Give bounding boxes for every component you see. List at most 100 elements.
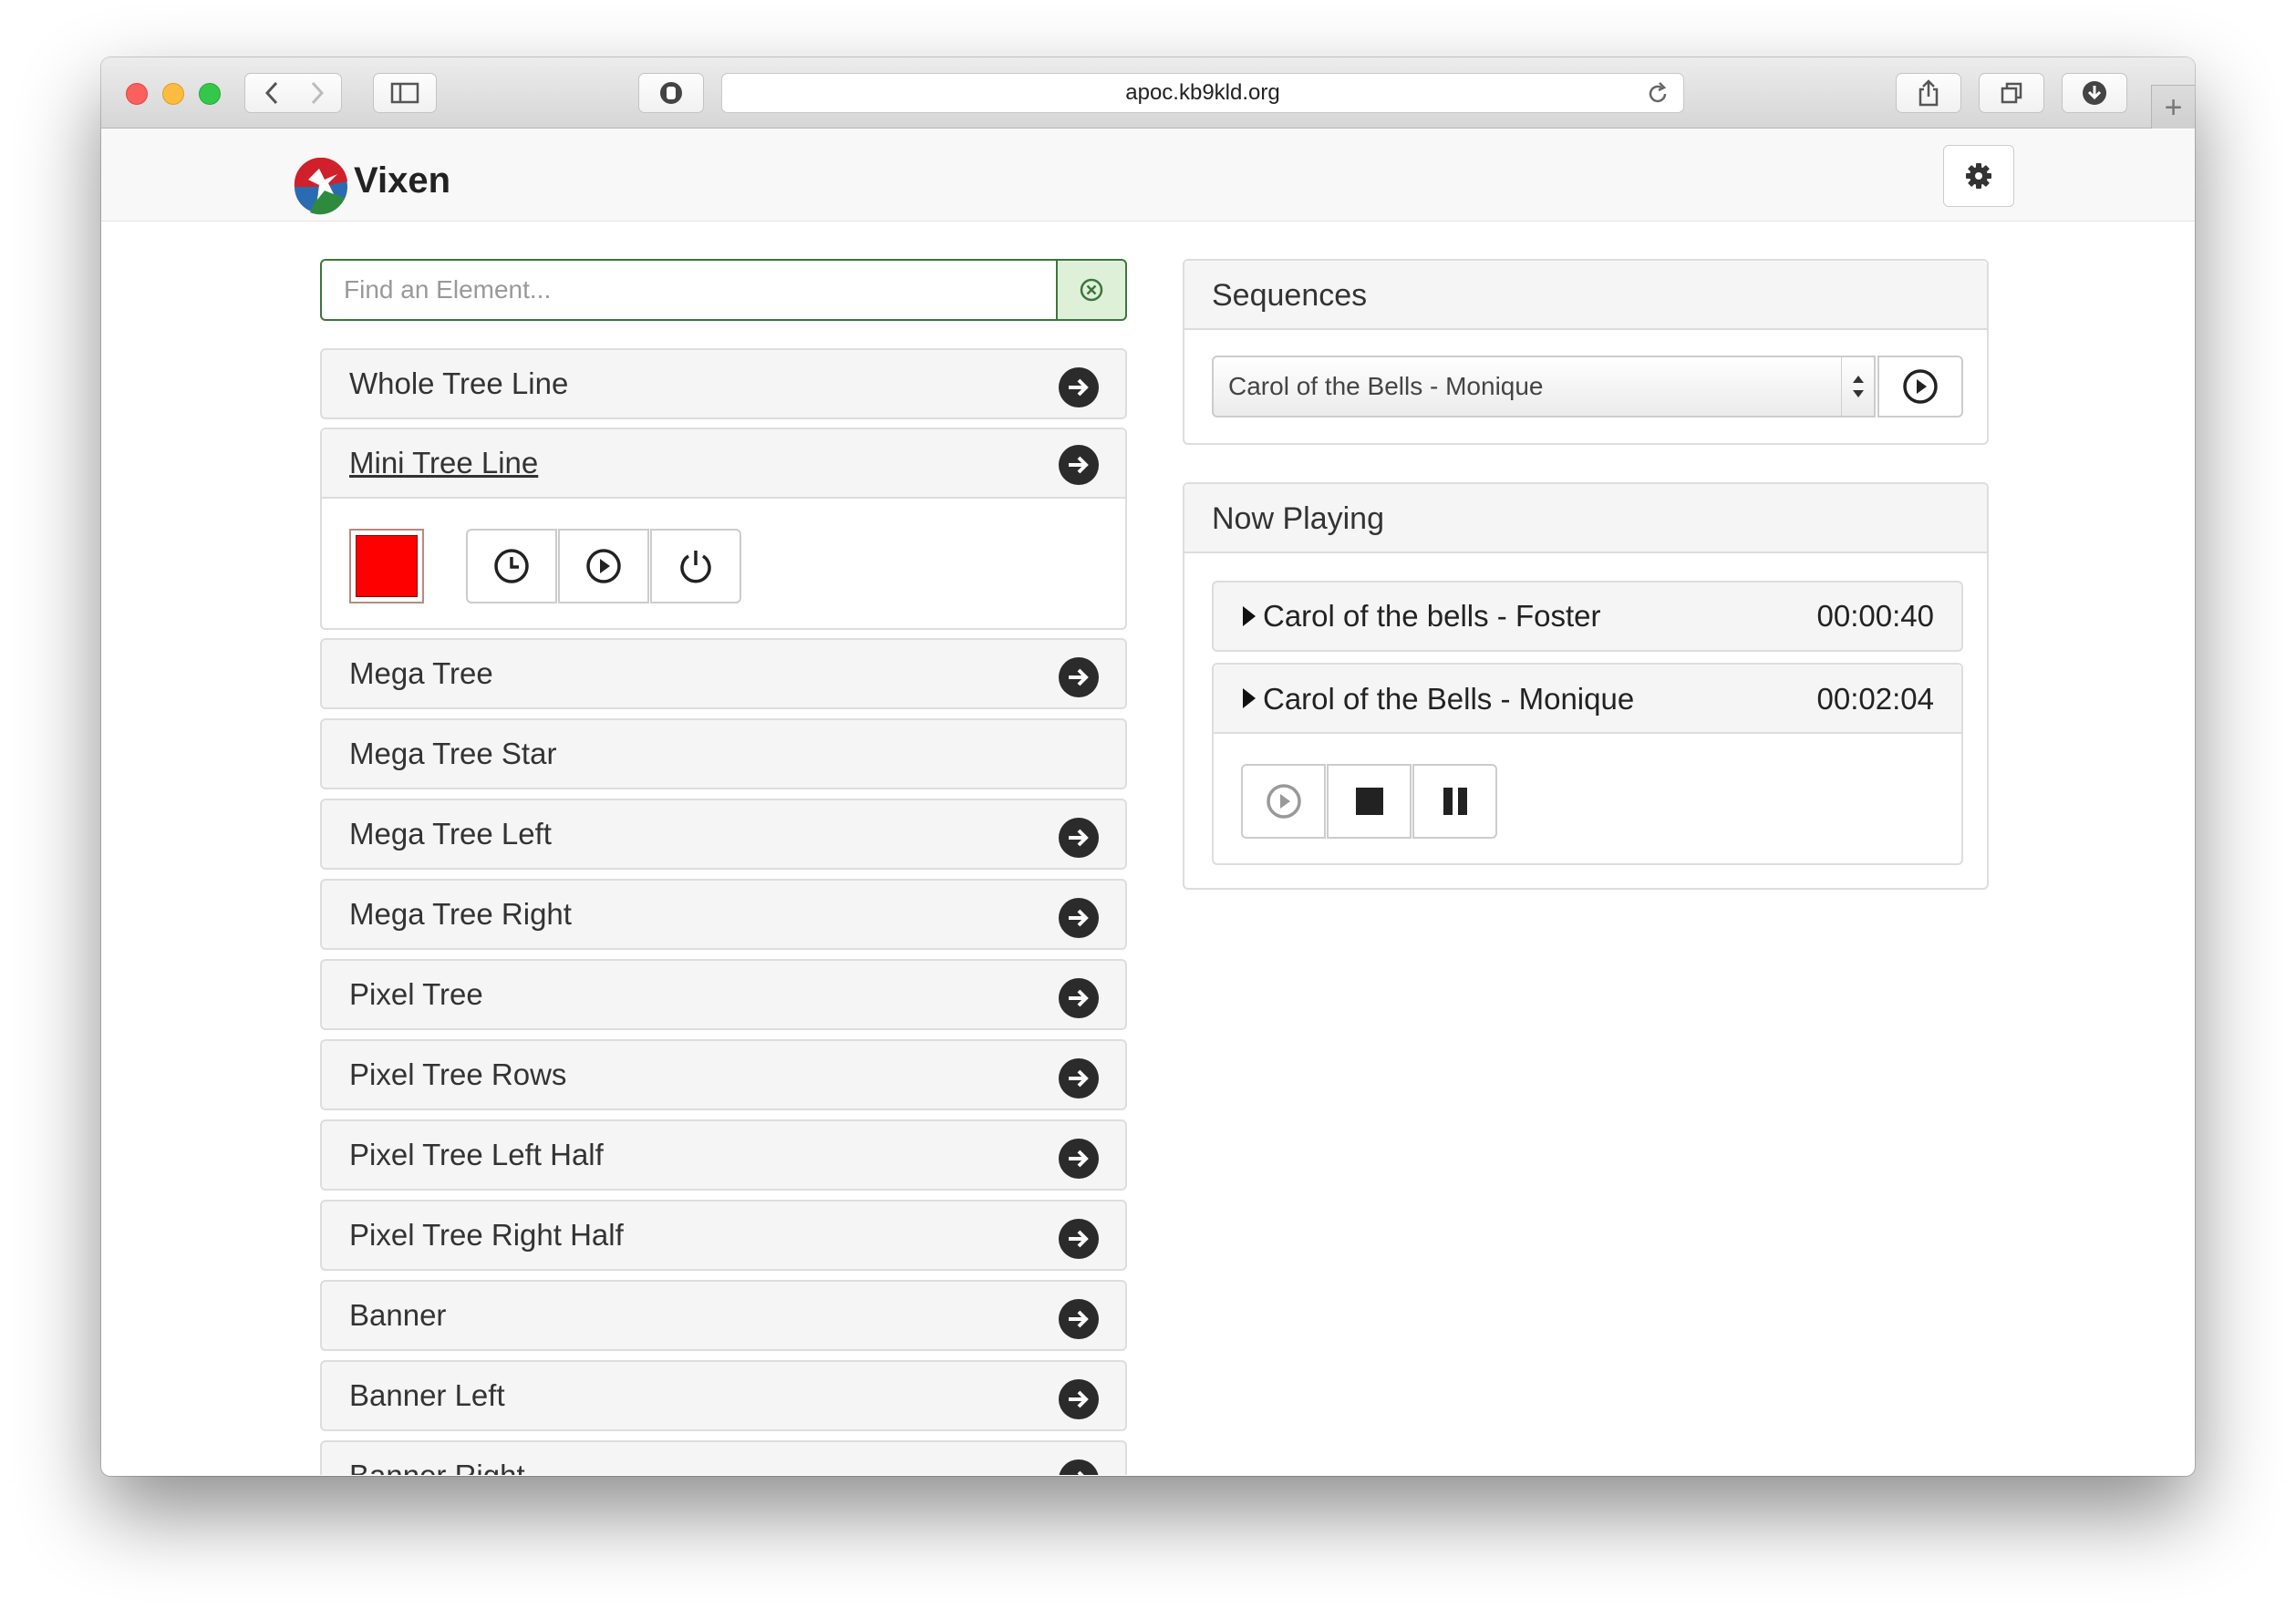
arrow-circle-right-icon[interactable] — [1058, 444, 1100, 486]
arrow-circle-right-icon[interactable] — [1058, 656, 1100, 698]
play-circle-icon — [1903, 369, 1938, 404]
element-search-group — [320, 259, 1127, 321]
download-icon — [2083, 81, 2106, 105]
element-label: Mega Tree Star — [349, 737, 557, 770]
downloads-button[interactable] — [2062, 73, 2127, 113]
tabs-icon — [2001, 82, 2022, 104]
element-label[interactable]: Mini Tree Line — [349, 429, 538, 497]
now-playing-item-time: 00:00:40 — [1816, 599, 1934, 633]
tabs-overview-button[interactable] — [1979, 73, 2044, 113]
caret-right-icon — [1243, 606, 1256, 626]
element-item[interactable]: Mega Tree Left — [320, 799, 1127, 870]
arrow-circle-right-icon[interactable] — [1058, 1138, 1100, 1180]
element-label: Pixel Tree — [349, 977, 483, 1011]
share-icon — [1919, 79, 1939, 107]
gear-icon — [1966, 163, 1991, 189]
arrow-circle-right-icon[interactable] — [1058, 897, 1100, 939]
new-tab-button[interactable]: + — [2151, 85, 2195, 129]
timer-icon — [494, 549, 529, 583]
reload-icon[interactable] — [1645, 81, 1670, 107]
now-playing-item-title: Carol of the bells - Foster — [1263, 599, 1601, 633]
now-playing-item-time: 00:02:04 — [1816, 682, 1934, 716]
chevron-right-icon — [311, 81, 324, 105]
arrow-circle-right-icon[interactable] — [1058, 817, 1100, 859]
resume-button[interactable] — [1241, 764, 1326, 839]
color-swatch-red — [356, 535, 418, 597]
element-item[interactable]: Pixel Tree — [320, 959, 1127, 1030]
privacy-button[interactable] — [638, 73, 704, 113]
sequence-select[interactable]: Carol of the Bells - Monique — [1212, 356, 1876, 418]
element-item-header[interactable]: Mini Tree Line — [322, 429, 1125, 499]
now-playing-panel: Now Playing Carol of the bells - Foster … — [1183, 482, 1989, 890]
minimize-window-button[interactable] — [162, 83, 184, 105]
chevron-left-icon — [264, 81, 278, 105]
play-button[interactable] — [558, 529, 649, 603]
browser-toolbar: apoc.kb9kld.org + — [101, 57, 2195, 129]
element-control-group — [466, 529, 742, 603]
hand-icon — [660, 82, 682, 104]
clear-circle-icon — [1080, 278, 1103, 302]
element-list-clip: Banner Right — [320, 1440, 1127, 1475]
element-label: Mega Tree Right — [349, 897, 572, 931]
share-button[interactable] — [1896, 73, 1961, 113]
element-label: Mega Tree — [349, 656, 493, 690]
element-item[interactable]: Pixel Tree Right Half — [320, 1200, 1127, 1271]
sequences-panel: Sequences Carol of the Bells - Monique — [1183, 259, 1989, 445]
player-control-group — [1241, 764, 1498, 839]
element-item[interactable]: Pixel Tree Rows — [320, 1039, 1127, 1110]
element-label: Pixel Tree Left Half — [349, 1138, 604, 1171]
element-label: Banner Left — [349, 1378, 505, 1412]
element-item[interactable]: Mega Tree — [320, 638, 1127, 709]
arrow-circle-right-icon[interactable] — [1058, 1218, 1100, 1260]
close-window-button[interactable] — [126, 83, 148, 105]
settings-button[interactable] — [1943, 145, 2014, 207]
element-item[interactable]: Pixel Tree Left Half — [320, 1119, 1127, 1191]
new-tab-label: + — [2164, 89, 2183, 125]
play-sequence-button[interactable] — [1877, 356, 1963, 418]
element-label: Pixel Tree Rows — [349, 1057, 567, 1091]
play-circle-icon — [586, 549, 621, 583]
stop-button[interactable] — [1327, 764, 1412, 839]
address-bar[interactable]: apoc.kb9kld.org — [721, 73, 1684, 113]
arrow-circle-right-icon[interactable] — [1058, 1459, 1100, 1475]
vixen-logo-icon[interactable] — [292, 158, 350, 216]
pause-icon — [1443, 788, 1467, 815]
clear-search-button[interactable] — [1056, 259, 1127, 321]
zoom-window-button[interactable] — [199, 83, 221, 105]
element-item-expanded: Mini Tree Line — [320, 428, 1127, 630]
element-item[interactable]: Whole Tree Line — [320, 348, 1127, 419]
sequence-selected-value: Carol of the Bells - Monique — [1228, 372, 1544, 400]
element-label: Mega Tree Left — [349, 817, 552, 851]
timer-button[interactable] — [466, 529, 557, 603]
arrow-circle-right-icon[interactable] — [1058, 1298, 1100, 1340]
element-item[interactable]: Mega Tree Right — [320, 879, 1127, 950]
color-picker[interactable] — [349, 529, 424, 603]
element-item[interactable]: Banner Left — [320, 1360, 1127, 1431]
power-button[interactable] — [650, 529, 741, 603]
now-playing-item-title: Carol of the Bells - Monique — [1263, 682, 1635, 716]
url-text: apoc.kb9kld.org — [1125, 80, 1280, 105]
arrow-circle-right-icon[interactable] — [1058, 366, 1100, 408]
arrow-circle-right-icon[interactable] — [1058, 1057, 1100, 1099]
element-item[interactable]: Banner — [320, 1280, 1127, 1351]
arrow-circle-right-icon[interactable] — [1058, 1378, 1100, 1420]
element-label: Pixel Tree Right Half — [349, 1218, 624, 1252]
element-label: Banner — [349, 1298, 447, 1332]
power-icon — [680, 551, 711, 583]
sidebar-toggle-button[interactable] — [373, 73, 437, 113]
element-item[interactable]: Banner Right — [320, 1440, 1127, 1475]
forward-button[interactable] — [291, 73, 342, 113]
element-label: Whole Tree Line — [349, 366, 569, 400]
now-playing-item[interactable]: Carol of the bells - Foster 00:00:40 — [1212, 581, 1963, 652]
brand-name[interactable]: Vixen — [354, 160, 450, 201]
element-label: Banner Right — [349, 1442, 525, 1475]
sequences-title: Sequences — [1184, 261, 1987, 330]
now-playing-item-expanded: Carol of the Bells - Monique 00:02:04 — [1212, 663, 1963, 865]
element-item[interactable]: Mega Tree Star — [320, 718, 1127, 789]
play-circle-icon — [1266, 784, 1301, 819]
now-playing-item-header[interactable]: Carol of the Bells - Monique 00:02:04 — [1214, 665, 1961, 734]
pause-button[interactable] — [1412, 764, 1497, 839]
arrow-circle-right-icon[interactable] — [1058, 977, 1100, 1019]
caret-right-icon — [1243, 688, 1256, 708]
element-search-input[interactable] — [320, 259, 1056, 321]
